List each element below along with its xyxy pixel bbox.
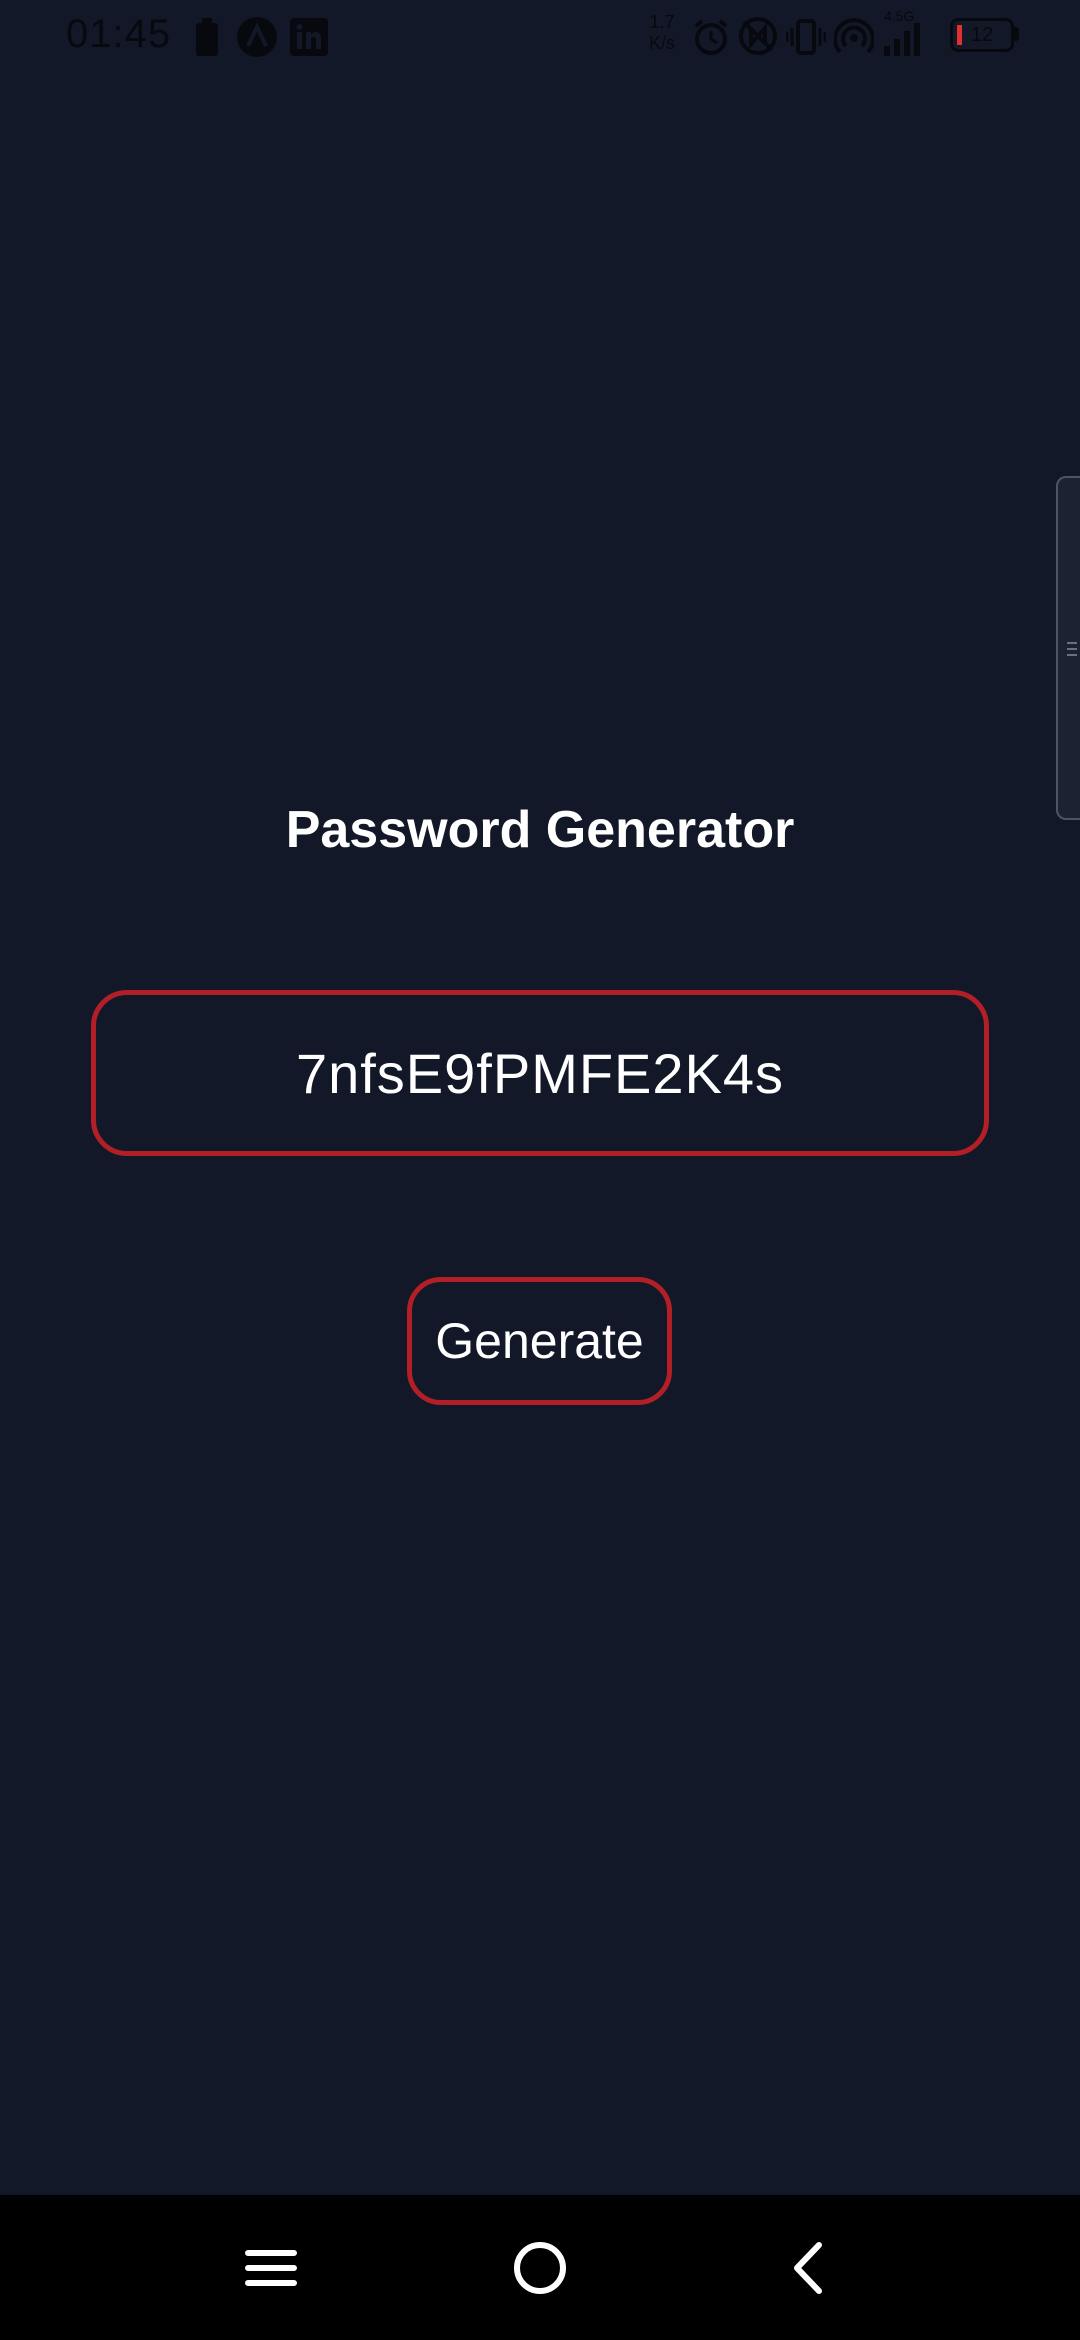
navigation-bar bbox=[0, 2195, 1080, 2340]
app-a-icon bbox=[237, 17, 277, 57]
net-speed-unit: K/s bbox=[648, 33, 675, 53]
net-speed-value: 1.7 bbox=[649, 12, 675, 32]
home-icon[interactable] bbox=[505, 2233, 575, 2303]
page-title: Password Generator bbox=[285, 801, 795, 859]
back-icon[interactable] bbox=[774, 2233, 844, 2303]
vibrate-icon bbox=[786, 19, 826, 55]
password-display[interactable]: 7nfsE9fPMFE2K4s bbox=[91, 990, 989, 1156]
battery-icon: 12 bbox=[950, 18, 1014, 52]
nfc-icon bbox=[739, 17, 777, 55]
status-bar: 01:45 1.7 K/s 4.5G 12 bbox=[0, 0, 1080, 74]
side-panel-handle[interactable] bbox=[1056, 476, 1080, 820]
menu-icon[interactable] bbox=[236, 2233, 306, 2303]
net-speed: 1.7 K/s bbox=[642, 12, 682, 54]
signal-icon bbox=[884, 23, 920, 56]
generate-button[interactable]: Generate bbox=[407, 1277, 672, 1405]
linkedin-icon bbox=[290, 18, 328, 56]
battery-tip bbox=[1014, 27, 1019, 41]
alarm-icon bbox=[694, 19, 728, 55]
hotspot-icon bbox=[834, 18, 874, 54]
battery-saver-icon bbox=[196, 18, 218, 56]
status-time: 01:45 bbox=[66, 12, 172, 56]
battery-level: 12 bbox=[970, 24, 994, 46]
password-value: 7nfsE9fPMFE2K4s bbox=[295, 1041, 785, 1105]
grip-icon bbox=[1067, 642, 1077, 656]
